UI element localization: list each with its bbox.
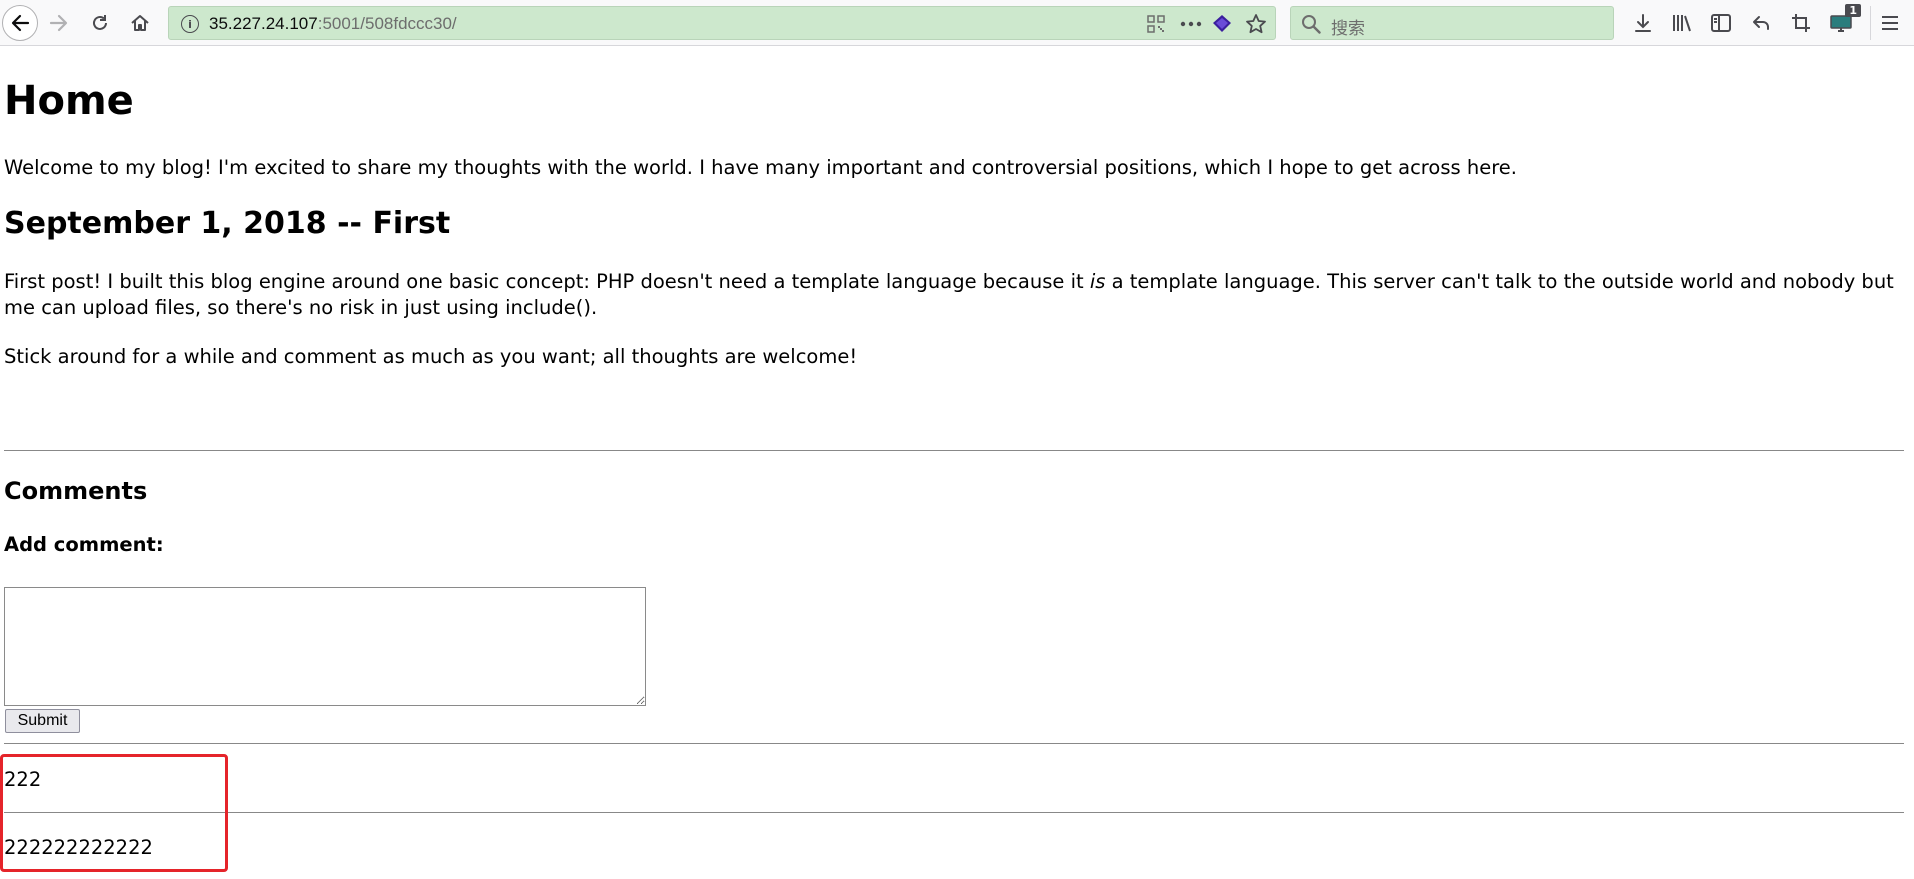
home-icon (131, 15, 149, 31)
toolbar-separator (1870, 6, 1871, 40)
synced-tabs-button[interactable]: 1 (1825, 4, 1861, 40)
comments-heading: Comments (4, 477, 148, 505)
menu-button[interactable] (1873, 6, 1907, 40)
sidebar-button[interactable] (1704, 6, 1738, 40)
comment-divider-1 (4, 743, 1904, 744)
post-paragraph-1: First post! I built this blog engine aro… (4, 269, 1904, 321)
screenshot-button[interactable] (1784, 6, 1818, 40)
arrow-right-icon (49, 14, 68, 32)
reload-button[interactable] (83, 6, 117, 40)
undo-close-button[interactable] (1744, 6, 1778, 40)
url-text[interactable]: 35.227.24.107:5001/508fdccc30/ (209, 14, 457, 34)
extension-layers-icon[interactable] (1210, 12, 1234, 36)
add-comment-label: Add comment: (4, 533, 164, 556)
library-button[interactable] (1665, 6, 1699, 40)
library-icon (1673, 15, 1691, 32)
qr-code-icon[interactable] (1144, 12, 1168, 36)
reply-arrow-icon (1753, 16, 1769, 30)
url-host: 35.227.24.107 (209, 14, 318, 33)
sidebar-icon (1711, 14, 1731, 32)
post-p1-before: First post! I built this blog engine aro… (4, 270, 1090, 293)
page-title: Home (4, 78, 134, 124)
intro-paragraph: Welcome to my blog! I'm excited to share… (4, 156, 1517, 179)
comment-divider-2 (4, 812, 1904, 813)
submit-button[interactable]: Submit (5, 709, 80, 733)
hamburger-menu-icon (1882, 16, 1898, 30)
bookmark-star-icon[interactable] (1244, 12, 1268, 36)
crop-icon (1792, 14, 1810, 32)
comment-textarea[interactable] (4, 587, 646, 706)
home-button[interactable] (123, 6, 157, 40)
download-icon (1635, 14, 1651, 32)
browser-toolbar: i 35.227.24.107:5001/508fdccc30/ 搜索 1 (0, 0, 1914, 46)
search-bar[interactable]: 搜索 (1290, 6, 1614, 40)
search-icon (1299, 12, 1323, 36)
post-p1-emphasis: is (1089, 270, 1106, 293)
post-heading: September 1, 2018 -- First (4, 206, 451, 241)
more-actions-icon[interactable] (1179, 12, 1203, 36)
tab-count-badge: 1 (1845, 4, 1861, 17)
url-path: :5001/508fdccc30/ (317, 14, 457, 33)
forward-button[interactable] (42, 6, 76, 40)
info-icon[interactable]: i (181, 15, 199, 33)
downloads-button[interactable] (1626, 6, 1660, 40)
highlight-box (0, 754, 228, 872)
search-placeholder: 搜索 (1331, 19, 1365, 39)
comments-divider (4, 450, 1904, 451)
url-bar[interactable]: i 35.227.24.107:5001/508fdccc30/ (168, 6, 1276, 40)
reload-icon (93, 15, 107, 30)
arrow-left-icon (11, 14, 30, 32)
back-button[interactable] (2, 5, 38, 41)
post-paragraph-2: Stick around for a while and comment as … (4, 345, 858, 368)
